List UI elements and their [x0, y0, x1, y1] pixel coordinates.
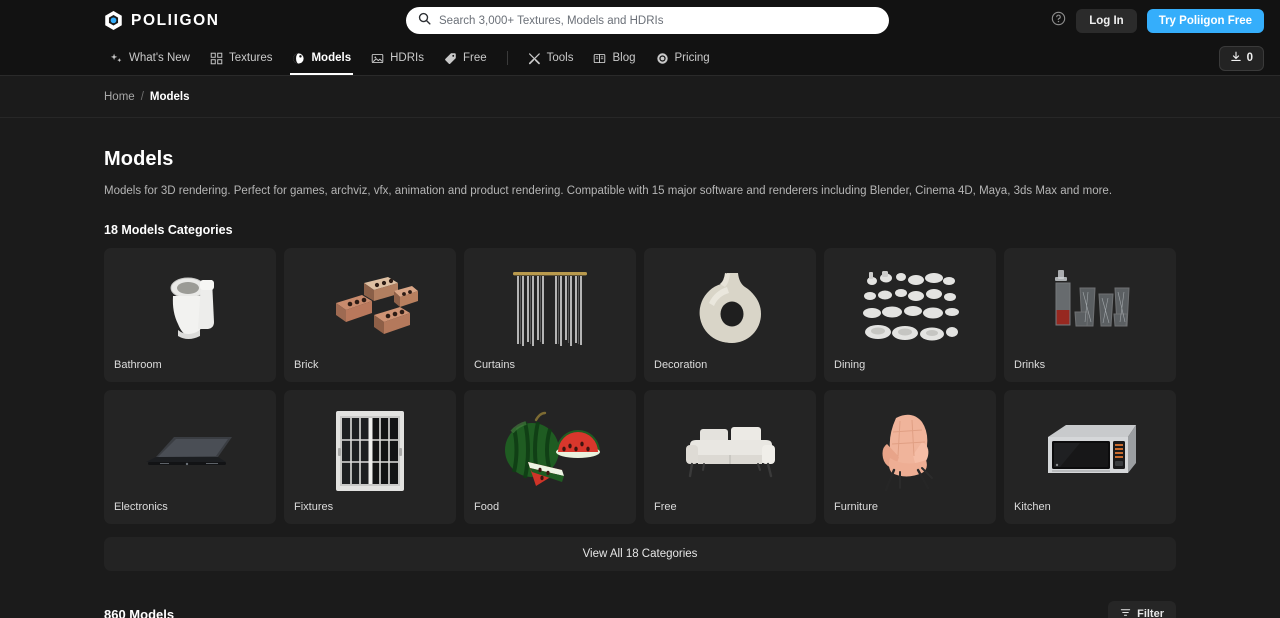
nav-label: Pricing — [674, 52, 710, 64]
dinnerware-thumbnail-icon — [824, 248, 996, 359]
bricks-thumbnail-icon — [284, 248, 456, 359]
nav-label: Textures — [229, 52, 273, 64]
downloads-button[interactable]: 0 — [1218, 45, 1264, 71]
vase-thumbnail-icon — [644, 248, 816, 359]
category-card-furniture[interactable]: Furniture — [824, 390, 996, 525]
nav-item-free[interactable]: Free — [434, 41, 497, 75]
category-label: Brick — [294, 359, 319, 372]
curtains-thumbnail-icon — [464, 248, 636, 359]
filter-funnel-icon — [1120, 607, 1131, 618]
sofa-thumbnail-icon — [644, 390, 816, 501]
category-card-electronics[interactable]: Electronics — [104, 390, 276, 525]
category-label: Fixtures — [294, 501, 334, 514]
category-label: Drinks — [1014, 359, 1046, 372]
view-all-categories-button[interactable]: View All 18 Categories — [104, 537, 1176, 572]
category-label: Free — [654, 501, 677, 514]
search-bar[interactable] — [406, 7, 889, 34]
top-bar: POLIIGON Log In Try Poliigon Free — [0, 0, 1280, 41]
downloads-count: 0 — [1246, 52, 1253, 64]
category-card-free[interactable]: Free — [644, 390, 816, 525]
brand-name: POLIIGON — [131, 11, 220, 29]
watermelon-thumbnail-icon — [464, 390, 636, 501]
window-thumbnail-icon — [284, 390, 456, 501]
search-icon — [418, 12, 431, 30]
brand-logo-link[interactable]: POLIIGON — [104, 10, 220, 31]
category-label: Electronics — [114, 501, 168, 514]
poliigon-hex-logo-icon — [104, 10, 123, 31]
category-label: Kitchen — [1014, 501, 1051, 514]
nav-divider — [506, 51, 508, 65]
question-circle-icon[interactable] — [1051, 11, 1066, 31]
image-icon — [371, 52, 384, 65]
microwave-thumbnail-icon — [1004, 390, 1176, 501]
category-card-bathroom[interactable]: Bathroom — [104, 248, 276, 383]
nav-label: Models — [311, 52, 352, 64]
nav-item-textures[interactable]: Textures — [200, 41, 282, 75]
category-label: Bathroom — [114, 359, 162, 372]
tag-icon — [444, 52, 457, 65]
category-label: Curtains — [474, 359, 515, 372]
nav-label: Blog — [612, 52, 636, 64]
category-card-fixtures[interactable]: Fixtures — [284, 390, 456, 525]
results-header: 860 Models Filter — [104, 601, 1176, 618]
tools-icon — [528, 52, 541, 65]
nav-item-models[interactable]: Models — [282, 41, 361, 75]
page-description: Models for 3D rendering. Perfect for gam… — [104, 185, 1113, 197]
main-navigation: What's New Textures Models HDRIs Free To… — [0, 41, 1280, 76]
nav-item-whats-new[interactable]: What's New — [100, 41, 200, 75]
models-count: 860 Models — [104, 606, 175, 618]
breadcrumb-separator: / — [140, 90, 144, 103]
category-grid: Bathroom Brick Curtains Decoration Dinin… — [104, 248, 1176, 525]
armchair-thumbnail-icon — [824, 390, 996, 501]
nav-label: HDRIs — [390, 52, 424, 64]
nav-label: Free — [462, 52, 487, 64]
main-content: Models Models for 3D rendering. Perfect … — [0, 148, 1280, 618]
nav-item-hdris[interactable]: HDRIs — [361, 41, 434, 75]
breadcrumb-home[interactable]: Home — [104, 91, 135, 103]
category-card-drinks[interactable]: Drinks — [1004, 248, 1176, 383]
category-card-dining[interactable]: Dining — [824, 248, 996, 383]
nav-item-list: What's New Textures Models HDRIs Free To… — [100, 41, 720, 75]
grid-squares-icon — [210, 52, 223, 65]
nav-item-pricing[interactable]: Pricing — [646, 41, 720, 75]
toilet-thumbnail-icon — [104, 248, 276, 359]
book-icon — [593, 52, 606, 65]
breadcrumb-current: Models — [149, 90, 190, 103]
try-poliigon-free-button[interactable]: Try Poliigon Free — [1146, 8, 1264, 33]
page-title: Models — [104, 148, 174, 170]
category-label: Decoration — [654, 359, 708, 372]
categories-heading: 18 Models Categories — [104, 223, 233, 238]
sphere-icon — [292, 52, 305, 65]
category-card-kitchen[interactable]: Kitchen — [1004, 390, 1176, 525]
search-input[interactable] — [439, 14, 877, 27]
sparkles-icon — [110, 52, 123, 65]
filter-button[interactable]: Filter — [1108, 601, 1176, 618]
laptop-thumbnail-icon — [104, 390, 276, 501]
breadcrumb: Home / Models — [0, 76, 1280, 118]
category-card-brick[interactable]: Brick — [284, 248, 456, 383]
nav-item-blog[interactable]: Blog — [583, 41, 645, 75]
download-icon — [1230, 51, 1242, 66]
category-label: Furniture — [834, 501, 879, 514]
category-card-food[interactable]: Food — [464, 390, 636, 525]
glassware-thumbnail-icon — [1004, 248, 1176, 359]
category-card-curtains[interactable]: Curtains — [464, 248, 636, 383]
filter-label: Filter — [1137, 608, 1164, 618]
top-bar-actions: Log In Try Poliigon Free — [1051, 8, 1264, 33]
price-circle-icon — [656, 52, 669, 65]
category-card-decoration[interactable]: Decoration — [644, 248, 816, 383]
nav-label: What's New — [129, 52, 190, 64]
nav-label: Tools — [546, 52, 574, 64]
category-label: Dining — [834, 359, 866, 372]
nav-item-tools[interactable]: Tools — [518, 41, 584, 75]
category-label: Food — [474, 501, 500, 514]
login-button[interactable]: Log In — [1076, 8, 1137, 33]
